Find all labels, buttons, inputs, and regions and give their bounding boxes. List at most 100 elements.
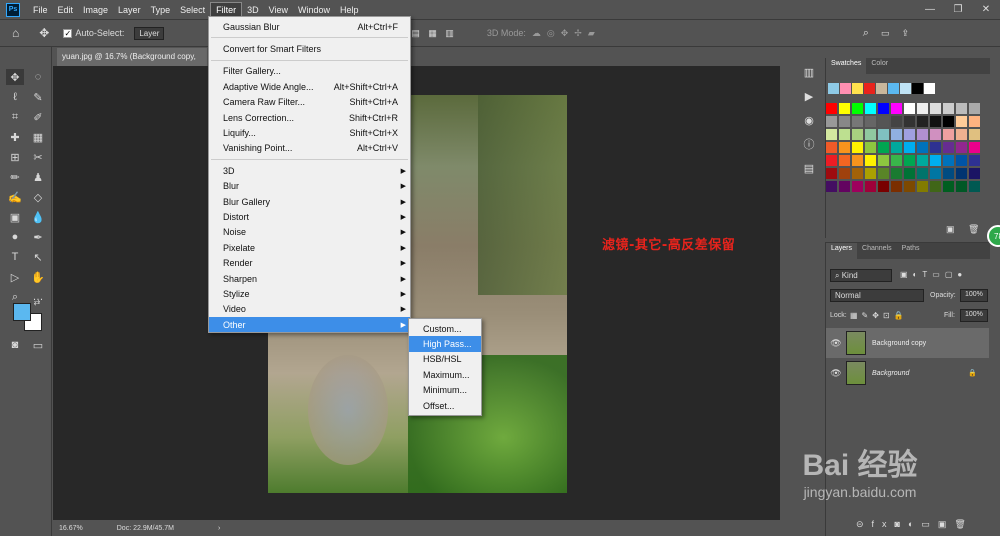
lock-icons[interactable]: ▦✎✥⊡🔒 — [850, 311, 908, 320]
move-tool-icon[interactable]: ✥ — [39, 26, 49, 40]
menu-select[interactable]: Select — [175, 3, 210, 17]
swatch[interactable] — [839, 103, 850, 114]
swatch[interactable] — [917, 155, 928, 166]
filter-menu-item-blur[interactable]: Blur ▶ — [209, 179, 410, 194]
bandage-icon[interactable]: ▦ — [29, 129, 47, 145]
dodge-tool-icon[interactable]: ● — [6, 229, 24, 245]
filter-menu-item-other[interactable]: Other ▶ — [209, 317, 410, 333]
history-brush-icon[interactable]: ✍ — [6, 189, 24, 205]
swatch[interactable] — [891, 168, 902, 179]
filter-menu-item-convert-for-smart-filters[interactable]: Convert for Smart Filters — [209, 41, 410, 56]
swatch[interactable] — [826, 116, 837, 127]
chevron-right-icon[interactable]: › — [218, 525, 220, 532]
trash-icon[interactable]: 🗑 — [968, 224, 979, 235]
swatch[interactable] — [943, 155, 954, 166]
swatch[interactable] — [878, 142, 889, 153]
swatch[interactable] — [839, 129, 850, 140]
menu-view[interactable]: View — [264, 3, 293, 17]
swatch[interactable] — [943, 116, 954, 127]
hand-tool-icon[interactable]: ✋ — [29, 269, 47, 285]
swatch[interactable] — [865, 181, 876, 192]
swatch[interactable] — [930, 116, 941, 127]
eye-icon[interactable]: 👁 — [826, 338, 846, 349]
menu-type[interactable]: Type — [146, 3, 176, 17]
swatch[interactable] — [891, 142, 902, 153]
layer-row-background[interactable]: 👁 Background 🔒 — [826, 358, 989, 388]
menu-help[interactable]: Help — [335, 3, 364, 17]
eyedropper-icon[interactable]: ✐ — [29, 109, 47, 125]
recent-swatch[interactable] — [864, 83, 875, 94]
menu-edit[interactable]: Edit — [53, 3, 79, 17]
filter-menu-item-blur-gallery[interactable]: Blur Gallery ▶ — [209, 194, 410, 209]
other-submenu-item-high-pass[interactable]: High Pass... — [409, 336, 481, 352]
blend-mode-dropdown[interactable]: Normal — [830, 289, 924, 302]
foreground-color-swatch[interactable] — [13, 303, 31, 321]
filter-menu-item-gaussian-blur[interactable]: Gaussian Blur Alt+Ctrl+F — [209, 19, 410, 34]
swatch[interactable] — [956, 116, 967, 127]
swatch[interactable] — [839, 155, 850, 166]
swatch[interactable] — [891, 155, 902, 166]
swatch[interactable] — [956, 181, 967, 192]
menu-image[interactable]: Image — [78, 3, 113, 17]
swatch[interactable] — [865, 155, 876, 166]
swatch[interactable] — [956, 142, 967, 153]
other-submenu-item-maximum[interactable]: Maximum... — [409, 367, 481, 382]
swatch[interactable] — [956, 168, 967, 179]
swatch[interactable] — [943, 181, 954, 192]
filter-menu-item-adaptive-wide-angle[interactable]: Adaptive Wide Angle... Alt+Shift+Ctrl+A — [209, 79, 410, 94]
filter-menu-item-video[interactable]: Video ▶ — [209, 302, 410, 317]
frame-tool-icon[interactable]: ⊞ — [6, 149, 24, 165]
menu-layer[interactable]: Layer — [113, 3, 146, 17]
swatch[interactable] — [865, 103, 876, 114]
recent-swatch[interactable] — [876, 83, 887, 94]
swatch[interactable] — [917, 129, 928, 140]
filter-menu-item-sharpen[interactable]: Sharpen ▶ — [209, 271, 410, 286]
swatch[interactable] — [878, 168, 889, 179]
actions-play-icon[interactable]: ▶ — [799, 86, 819, 106]
swatch[interactable] — [969, 168, 980, 179]
swatch[interactable] — [956, 103, 967, 114]
filter-menu-item-3d[interactable]: 3D ▶ — [209, 163, 410, 178]
swatch[interactable] — [878, 155, 889, 166]
new-swatch-icon[interactable]: ▣ — [946, 224, 955, 235]
swatch[interactable] — [930, 103, 941, 114]
marquee-tool-icon[interactable]: ◌ — [29, 69, 47, 85]
swatch[interactable] — [852, 116, 863, 127]
swatch[interactable] — [904, 116, 915, 127]
tab-channels[interactable]: Channels — [857, 243, 897, 259]
swatch[interactable] — [878, 129, 889, 140]
swatch[interactable] — [839, 116, 850, 127]
swatch[interactable] — [839, 168, 850, 179]
swatch[interactable] — [826, 168, 837, 179]
swatch[interactable] — [878, 116, 889, 127]
path-select-icon[interactable]: ↖ — [29, 249, 47, 265]
eye-icon[interactable]: 👁 — [826, 368, 846, 379]
filter-menu-item-lens-correction[interactable]: Lens Correction... Shift+Ctrl+R — [209, 110, 410, 125]
swatch[interactable] — [930, 181, 941, 192]
swatch[interactable] — [904, 103, 915, 114]
fill-field[interactable]: 100% — [960, 309, 988, 322]
restore-button[interactable]: ❐ — [944, 0, 972, 19]
swatch[interactable] — [956, 129, 967, 140]
filter-menu-item-distort[interactable]: Distort ▶ — [209, 209, 410, 224]
kind-filter-dropdown[interactable]: ⌕ Kind — [830, 269, 892, 282]
swatch[interactable] — [904, 181, 915, 192]
swatch[interactable] — [865, 129, 876, 140]
properties-icon[interactable]: ◉ — [799, 110, 819, 130]
swatch[interactable] — [878, 103, 889, 114]
zoom-level[interactable]: 16.67% — [59, 525, 83, 532]
swatch[interactable] — [904, 155, 915, 166]
swatch[interactable] — [904, 129, 915, 140]
move-tool-icon[interactable]: ✥ — [6, 69, 24, 85]
recent-swatch[interactable] — [888, 83, 899, 94]
swatch[interactable] — [969, 129, 980, 140]
libraries-icon[interactable]: ▤ — [799, 158, 819, 178]
swatch[interactable] — [917, 142, 928, 153]
lasso-tool-icon[interactable]: ℓ — [6, 89, 24, 105]
filter-menu-item-pixelate[interactable]: Pixelate ▶ — [209, 240, 410, 255]
swatch[interactable] — [917, 181, 928, 192]
filter-icons[interactable]: ▣◐T▭▢● — [900, 270, 967, 279]
blur-tool-icon[interactable]: 💧 — [29, 209, 47, 225]
swatch[interactable] — [904, 168, 915, 179]
healing-brush-icon[interactable]: ✚ — [6, 129, 24, 145]
